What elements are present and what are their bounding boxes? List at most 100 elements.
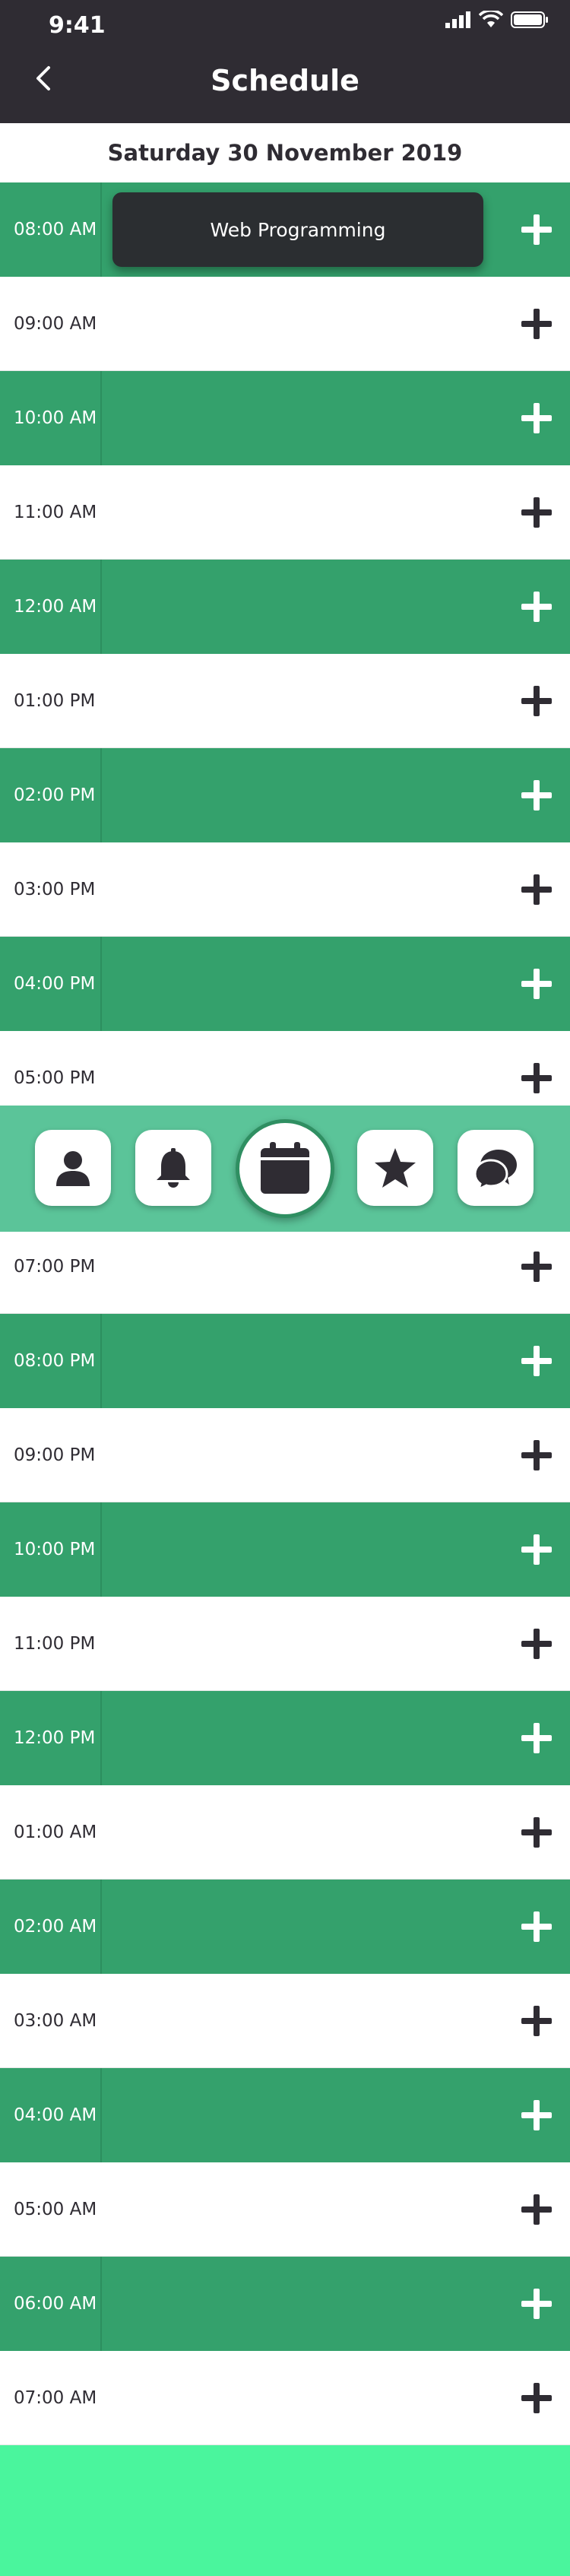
schedule-row: 10:00 AM [0, 371, 570, 465]
time-label: 08:00 AM [14, 220, 97, 240]
row-divider [100, 1691, 102, 1785]
add-icon[interactable] [517, 1436, 556, 1475]
nav-notifications-button[interactable] [135, 1130, 211, 1206]
add-icon[interactable] [517, 1907, 556, 1946]
schedule-row: 10:00 PM [0, 1502, 570, 1597]
nav-profile-button[interactable] [35, 1130, 111, 1206]
footer-band [0, 2445, 570, 2576]
add-icon[interactable] [517, 1247, 556, 1286]
schedule-row: 01:00 AM [0, 1785, 570, 1880]
add-icon[interactable] [517, 1813, 556, 1852]
schedule-row: 02:00 AM [0, 1880, 570, 1974]
bell-icon [157, 1148, 190, 1188]
time-label: 04:00 AM [14, 2105, 97, 2125]
star-icon [375, 1148, 416, 1188]
row-divider [100, 1502, 102, 1597]
schedule-row: 07:00 AM [0, 2351, 570, 2445]
add-icon[interactable] [517, 776, 556, 815]
time-label: 06:00 AM [14, 2294, 97, 2314]
row-divider [100, 1314, 102, 1408]
time-label: 01:00 PM [14, 691, 96, 711]
row-divider [100, 1880, 102, 1974]
add-icon[interactable] [517, 870, 556, 909]
add-icon[interactable] [517, 2001, 556, 2041]
add-icon[interactable] [517, 2095, 556, 2135]
time-label: 03:00 PM [14, 880, 96, 899]
schedule-row: 01:00 PM [0, 654, 570, 748]
schedule-row: 03:00 PM [0, 842, 570, 937]
wifi-icon [479, 11, 503, 27]
schedule-row: 12:00 AM [0, 560, 570, 654]
status-icons [445, 11, 549, 29]
add-icon[interactable] [517, 587, 556, 627]
schedule-row: 06:00 AM [0, 2257, 570, 2351]
nav-messages-button[interactable] [458, 1130, 534, 1206]
time-label: 07:00 AM [14, 2388, 97, 2408]
row-divider [100, 371, 102, 465]
time-label: 11:00 AM [14, 503, 97, 522]
add-icon[interactable] [517, 493, 556, 532]
bottom-nav [0, 1106, 570, 1232]
row-divider [100, 2068, 102, 2162]
schedule-row: 09:00 PM [0, 1408, 570, 1502]
event-card[interactable]: Web Programming [112, 192, 483, 267]
schedule-row: 08:00 AM Web Programming [0, 182, 570, 277]
add-icon[interactable] [517, 210, 556, 249]
time-label: 07:00 PM [14, 1257, 96, 1277]
nav-favorites-button[interactable] [357, 1130, 433, 1206]
add-icon[interactable] [517, 1624, 556, 1664]
add-icon[interactable] [517, 1718, 556, 1758]
schedule-row: 09:00 AM [0, 277, 570, 371]
row-divider [100, 182, 102, 277]
time-label: 12:00 PM [14, 1728, 96, 1748]
battery-icon [511, 11, 548, 28]
chat-icon [473, 1150, 517, 1189]
time-label: 04:00 PM [14, 974, 96, 994]
row-divider [100, 560, 102, 654]
schedule-row: 08:00 PM [0, 1314, 570, 1408]
time-label: 12:00 AM [14, 597, 97, 617]
schedule-row: 04:00 AM [0, 2068, 570, 2162]
row-divider [100, 937, 102, 1031]
time-label: 01:00 AM [14, 1823, 97, 1842]
add-icon[interactable] [517, 2378, 556, 2418]
row-divider [100, 748, 102, 842]
app-header: 9:41 Schedule [0, 0, 570, 123]
add-icon[interactable] [517, 1058, 556, 1098]
add-icon[interactable] [517, 2284, 556, 2324]
signal-icon [445, 11, 470, 28]
time-label: 05:00 AM [14, 2200, 97, 2219]
status-time: 9:41 [49, 12, 106, 39]
time-label: 09:00 PM [14, 1445, 96, 1465]
time-label: 11:00 PM [14, 1634, 96, 1654]
time-label: 10:00 AM [14, 408, 97, 428]
add-icon[interactable] [517, 681, 556, 721]
time-label: 09:00 AM [14, 314, 97, 334]
schedule-row: 03:00 AM [0, 1974, 570, 2068]
add-icon[interactable] [517, 398, 556, 438]
page-title: Schedule [211, 64, 359, 97]
profile-icon [56, 1151, 90, 1186]
time-label: 10:00 PM [14, 1540, 96, 1559]
add-icon[interactable] [517, 1341, 556, 1381]
add-icon[interactable] [517, 1530, 556, 1569]
add-icon[interactable] [517, 304, 556, 344]
schedule-row: 04:00 PM [0, 937, 570, 1031]
time-label: 02:00 PM [14, 785, 96, 805]
add-icon[interactable] [517, 964, 556, 1004]
time-label: 02:00 AM [14, 1917, 97, 1937]
time-label: 08:00 PM [14, 1351, 96, 1371]
schedule-row: 07:00 PM [0, 1220, 570, 1314]
date-heading: Saturday 30 November 2019 [0, 123, 570, 182]
calendar-icon [261, 1142, 309, 1194]
add-icon[interactable] [517, 2190, 556, 2229]
schedule-row: 02:00 PM [0, 748, 570, 842]
schedule-row: 11:00 AM [0, 465, 570, 560]
schedule-row: 11:00 PM [0, 1597, 570, 1691]
schedule-row: 12:00 PM [0, 1691, 570, 1785]
row-divider [100, 2257, 102, 2351]
time-label: 03:00 AM [14, 2011, 97, 2031]
nav-schedule-button[interactable] [236, 1119, 334, 1218]
schedule-row: 05:00 AM [0, 2162, 570, 2257]
schedule-list: 08:00 AM Web Programming 09:00 AM 10:00 AM 1… [0, 182, 570, 2445]
